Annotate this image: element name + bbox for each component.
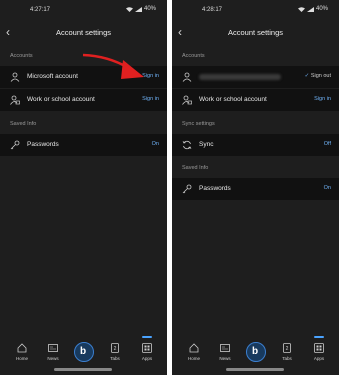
bottom-tab-bar: Home News b 2 Tabs Apps <box>0 335 167 375</box>
section-sync-settings: Sync settings <box>182 121 215 127</box>
row-label: Passwords <box>199 185 231 192</box>
bing-button[interactable]: b <box>74 342 94 362</box>
home-indicator <box>226 368 284 371</box>
person-icon <box>182 72 192 82</box>
bing-icon: b <box>252 346 259 357</box>
right-screen: 4:28:17 40% ‹ Account settings Accounts … <box>172 0 339 375</box>
signal-icon <box>306 6 314 12</box>
tab-news[interactable]: News <box>41 343 65 361</box>
apps-grid-icon <box>142 343 152 353</box>
sign-in-button[interactable]: Sign in <box>314 96 331 102</box>
tabs-icon: 2 <box>283 343 291 353</box>
bing-button[interactable]: b <box>246 342 266 362</box>
news-icon <box>48 344 58 352</box>
apps-grid-icon <box>314 343 324 353</box>
passwords-status[interactable]: On <box>324 185 331 191</box>
sign-out-button[interactable]: ✓ Sign out <box>305 73 331 79</box>
row-label: Sync <box>199 141 214 148</box>
battery-level: 40% <box>315 6 328 12</box>
tabs-icon: 2 <box>111 343 119 353</box>
tab-count: 2 <box>114 346 117 352</box>
section-saved-info: Saved Info <box>10 121 37 127</box>
app-header: ‹ Account settings <box>172 22 339 44</box>
tab-tabs[interactable]: 2 Tabs <box>275 343 299 361</box>
section-saved-info: Saved Info <box>182 165 209 171</box>
row-passwords[interactable]: Passwords On <box>0 134 167 156</box>
row-passwords[interactable]: Passwords On <box>172 178 339 200</box>
row-work-account[interactable]: Work or school account Sign in <box>172 89 339 111</box>
status-time: 4:28:17 <box>202 7 223 13</box>
home-icon <box>189 343 199 353</box>
tab-tabs[interactable]: 2 Tabs <box>103 343 127 361</box>
row-microsoft-account[interactable]: ✓ Sign out <box>172 66 339 88</box>
sync-icon <box>182 140 192 150</box>
wifi-icon <box>297 6 305 12</box>
work-person-icon <box>182 95 192 105</box>
page-title: Account settings <box>227 28 284 37</box>
tab-count: 2 <box>286 346 289 352</box>
bottom-tab-bar: Home News b 2 Tabs Apps <box>172 335 339 375</box>
tab-apps[interactable]: Apps <box>135 336 159 361</box>
passwords-status[interactable]: On <box>152 141 159 147</box>
tab-apps[interactable]: Apps <box>307 336 331 361</box>
bing-icon: b <box>80 346 87 357</box>
key-icon <box>10 140 20 150</box>
left-screen: 4:27:17 40% ‹ Account settings Accounts … <box>0 0 167 375</box>
tab-home[interactable]: Home <box>10 343 34 361</box>
row-label: Passwords <box>27 141 59 148</box>
annotation-arrow <box>82 53 144 79</box>
active-tab-indicator <box>142 336 152 338</box>
home-icon <box>17 343 27 353</box>
home-indicator <box>54 368 112 371</box>
section-accounts: Accounts <box>182 53 205 59</box>
sync-status[interactable]: Off <box>324 141 331 147</box>
blurred-email <box>199 74 281 80</box>
status-bar: 4:28:17 40% <box>172 0 339 20</box>
row-label: Work or school account <box>199 96 267 103</box>
news-icon <box>220 344 230 352</box>
row-sync[interactable]: Sync Off <box>172 134 339 156</box>
key-icon <box>182 184 192 194</box>
tab-news[interactable]: News <box>213 343 237 361</box>
tab-home[interactable]: Home <box>182 343 206 361</box>
active-tab-indicator <box>314 336 324 338</box>
